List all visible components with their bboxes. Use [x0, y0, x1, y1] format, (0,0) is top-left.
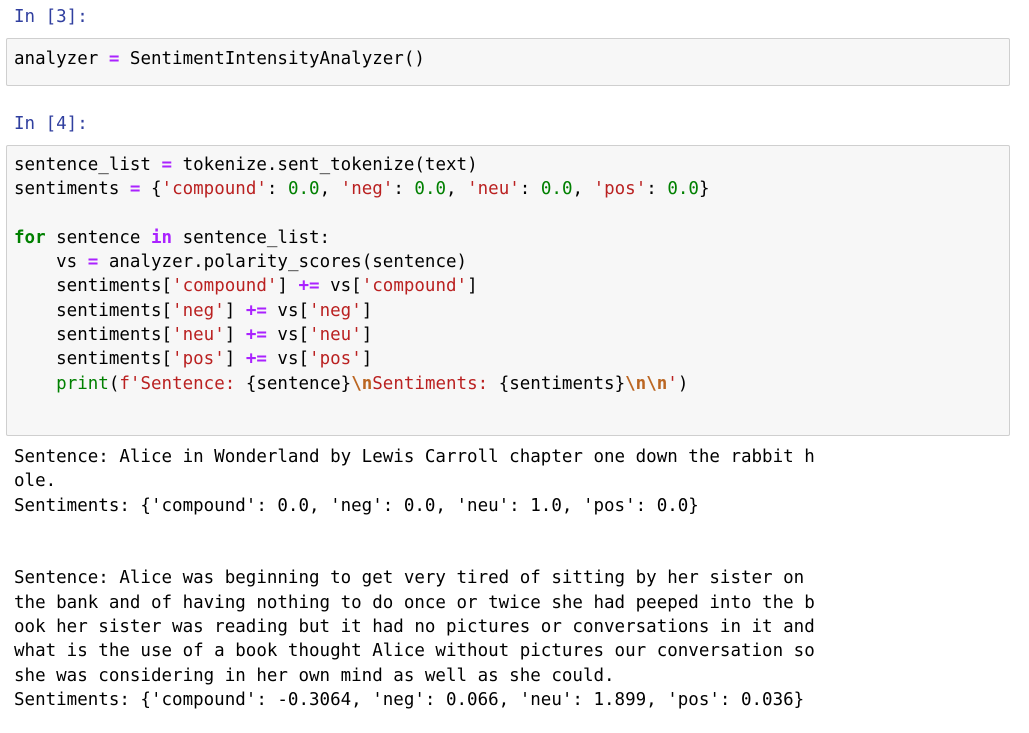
output-line: she was considering in her own mind as w…: [14, 665, 615, 686]
cell-4-input[interactable]: sentence_list = tokenize.sent_tokenize(t…: [6, 145, 1010, 436]
code-line: sentiments['neu'] += vs['neu']: [14, 325, 373, 346]
code-line: sentiments = {'compound': 0.0, 'neg': 0.…: [14, 179, 710, 200]
cell-4-prompt: In [4]:: [14, 114, 88, 134]
code-line: vs = analyzer.polarity_scores(sentence): [14, 252, 468, 273]
cell-3-prompt: In [3]:: [14, 7, 88, 27]
code-line: for sentence in sentence_list:: [14, 227, 331, 248]
code-line: sentence_list = tokenize.sent_tokenize(t…: [14, 155, 478, 175]
code-line: analyzer = SentimentIntensityAnalyzer(): [14, 49, 425, 69]
cell-4-output: Sentence: Alice in Wonderland by Lewis C…: [14, 445, 815, 712]
output-line: Sentence: Alice was beginning to get ver…: [14, 568, 805, 589]
code-line: print(f'Sentence: {sentence}\nSentiments…: [56, 373, 689, 394]
cell-3-input[interactable]: analyzer = SentimentIntensityAnalyzer(): [6, 38, 1010, 86]
code-line: sentiments['compound'] += vs['compound']: [14, 276, 478, 297]
output-line: ole.: [14, 471, 57, 492]
output-line: ook her sister was reading but it had no…: [14, 617, 815, 638]
cell-3-code: analyzer = SentimentIntensityAnalyzer(): [14, 47, 425, 71]
code-line: sentiments['neg'] += vs['neg']: [14, 300, 373, 321]
output-line: Sentiments: {'compound': 0.0, 'neg': 0.0…: [14, 495, 699, 516]
output-line: what is the use of a book thought Alice …: [14, 641, 815, 662]
code-line: sentiments['pos'] += vs['pos']: [14, 349, 373, 370]
output-line: the bank and of having nothing to do onc…: [14, 592, 815, 613]
output-line: Sentence: Alice in Wonderland by Lewis C…: [14, 447, 815, 467]
output-line: Sentiments: {'compound': -0.3064, 'neg':…: [14, 689, 805, 710]
cell-4-code: sentence_list = tokenize.sent_tokenize(t…: [14, 153, 709, 396]
